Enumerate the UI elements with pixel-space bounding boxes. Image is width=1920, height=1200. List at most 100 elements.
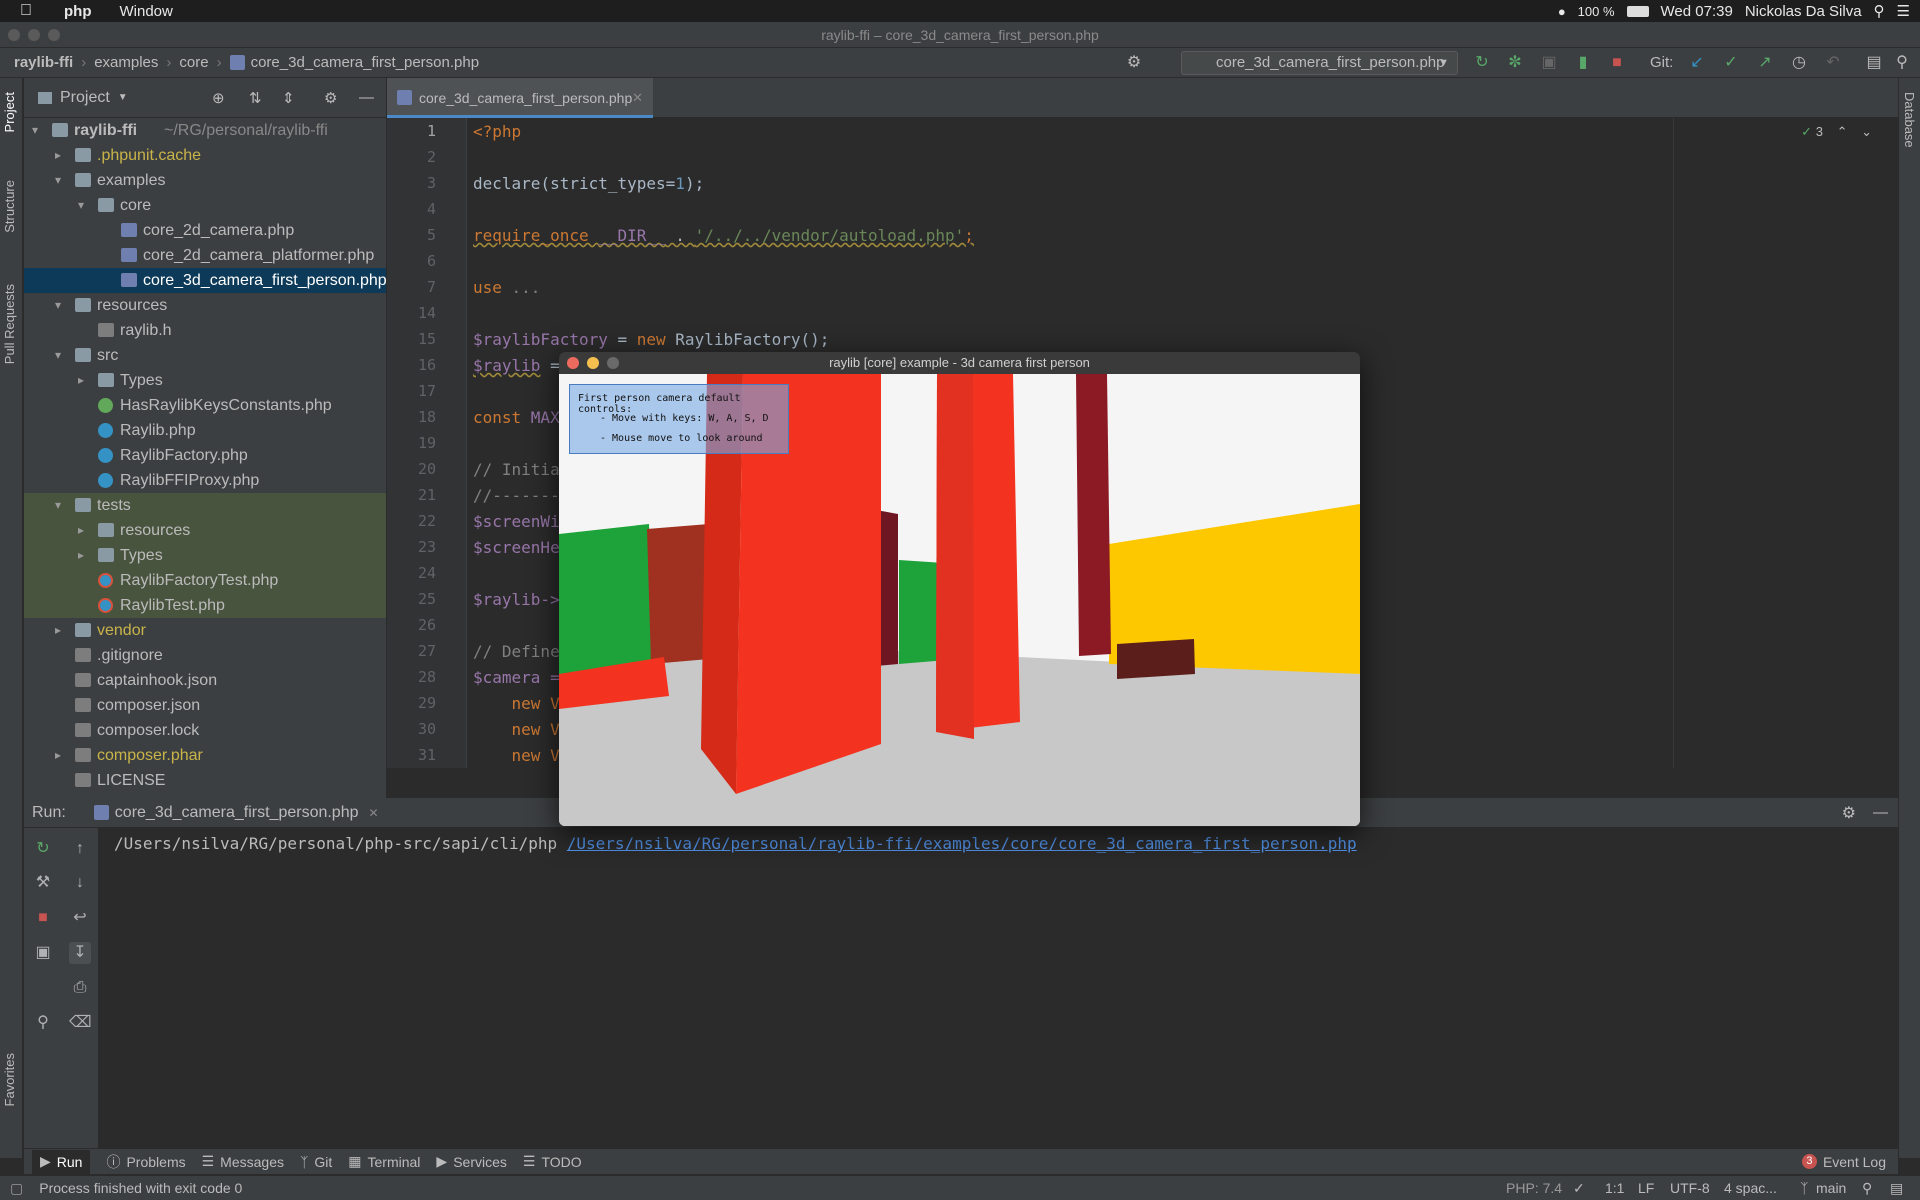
pin-icon[interactable]: ⚲ bbox=[32, 1012, 54, 1034]
control-center-icon[interactable]: ☰ bbox=[1897, 2, 1910, 20]
chevron-right-icon[interactable]: ▸ bbox=[55, 143, 67, 168]
tree-row[interactable]: ▸ vendor bbox=[24, 618, 386, 643]
chevron-down-icon[interactable]: ▾ bbox=[55, 343, 67, 368]
gear-icon[interactable]: ⚙ bbox=[1842, 803, 1856, 823]
tree-row[interactable]: ▾ core bbox=[24, 193, 386, 218]
line-number[interactable]: 17 bbox=[418, 382, 436, 400]
chevron-right-icon[interactable]: ▸ bbox=[78, 368, 90, 393]
inspection-widget[interactable]: ✓ 3 ⌃ ⌄ bbox=[1801, 124, 1872, 140]
line-number[interactable]: 30 bbox=[418, 720, 436, 738]
tree-row[interactable]: ▸ .phpunit.cache bbox=[24, 143, 386, 168]
line-number[interactable]: 23 bbox=[418, 538, 436, 556]
line-number[interactable]: 4 bbox=[427, 200, 436, 218]
scroll-to-end-icon[interactable]: ↧ bbox=[69, 942, 91, 964]
wifi-icon[interactable]: ● bbox=[1558, 4, 1566, 19]
structure-tool-tab[interactable]: Structure bbox=[2, 180, 17, 233]
line-number[interactable]: 26 bbox=[418, 616, 436, 634]
line-number[interactable]: 31 bbox=[418, 746, 436, 764]
tree-row[interactable]: ▾ examples bbox=[24, 168, 386, 193]
layout-icon[interactable]: ▣ bbox=[32, 942, 54, 964]
tree-row[interactable]: composer.lock bbox=[24, 718, 386, 743]
rerun-icon[interactable]: ↻ bbox=[32, 838, 54, 860]
line-number[interactable]: 28 bbox=[418, 668, 436, 686]
favorites-tool-tab[interactable]: Favorites bbox=[2, 1053, 17, 1106]
3d-scene-viewport[interactable]: First person camera default controls: - … bbox=[559, 374, 1360, 826]
close-window-button[interactable] bbox=[567, 357, 579, 369]
chevron-down-icon[interactable]: ▾ bbox=[78, 193, 90, 218]
tree-row[interactable]: composer.json bbox=[24, 693, 386, 718]
line-number[interactable]: 1 bbox=[427, 122, 436, 140]
hide-panel-icon[interactable]: — bbox=[1873, 804, 1888, 821]
breadcrumb-project[interactable]: raylib-ffi bbox=[14, 54, 73, 71]
tree-row[interactable]: ▾ src bbox=[24, 343, 386, 368]
menu-app-name[interactable]: php bbox=[64, 3, 92, 20]
raylib-window-titlebar[interactable]: raylib [core] example - 3d camera first … bbox=[559, 352, 1360, 374]
gear-icon[interactable]: ⚙ bbox=[324, 89, 337, 107]
down-arrow-icon[interactable]: ↓ bbox=[69, 872, 91, 894]
menu-window[interactable]: Window bbox=[120, 3, 173, 20]
hide-panel-icon[interactable]: — bbox=[359, 89, 374, 106]
tree-row[interactable]: core_2d_camera.php bbox=[24, 218, 386, 243]
tree-row[interactable]: core_3d_camera_first_person.php bbox=[24, 268, 386, 293]
lock-icon[interactable]: ⚲ bbox=[1862, 1180, 1872, 1197]
line-number[interactable]: 25 bbox=[418, 590, 436, 608]
minimize-window-button[interactable] bbox=[587, 357, 599, 369]
trash-icon[interactable]: ⌫ bbox=[69, 1012, 92, 1034]
breadcrumb-file[interactable]: core_3d_camera_first_person.php bbox=[251, 54, 479, 71]
tree-row[interactable]: ▸ resources bbox=[24, 518, 386, 543]
tree-row[interactable]: ▾ raylib-ffi ~/RG/personal/raylib-ffi bbox=[24, 118, 386, 143]
line-number[interactable]: 7 bbox=[427, 278, 436, 296]
php-version[interactable]: PHP: 7.4 bbox=[1506, 1180, 1562, 1196]
zoom-window-button[interactable] bbox=[607, 357, 619, 369]
line-number[interactable]: 2 bbox=[427, 148, 436, 166]
soft-wrap-icon[interactable]: ↩ bbox=[69, 907, 91, 929]
line-number[interactable]: 20 bbox=[418, 460, 436, 478]
spotlight-icon[interactable]: ⚲ bbox=[1874, 2, 1885, 20]
up-arrow-icon[interactable]: ↑ bbox=[69, 838, 91, 860]
line-number[interactable]: 18 bbox=[418, 408, 436, 426]
tab-problems[interactable]: ⓘ Problems bbox=[106, 1152, 185, 1172]
profile-icon[interactable]: ▮ bbox=[1574, 54, 1592, 72]
line-number[interactable]: 29 bbox=[418, 694, 436, 712]
git-branch[interactable]: main bbox=[1816, 1180, 1846, 1196]
tree-row[interactable]: ▸ Types bbox=[24, 368, 386, 393]
database-tool-tab[interactable]: Database bbox=[1902, 92, 1917, 148]
wrench-icon[interactable]: ⚒ bbox=[32, 872, 54, 894]
chevron-right-icon[interactable]: ▸ bbox=[55, 743, 67, 768]
tab-run[interactable]: ▶ Run bbox=[32, 1149, 91, 1174]
expand-all-icon[interactable]: ⇅ bbox=[249, 89, 262, 107]
tree-row[interactable]: .gitignore bbox=[24, 643, 386, 668]
stop-icon[interactable]: ■ bbox=[1608, 54, 1626, 72]
line-number[interactable]: 24 bbox=[418, 564, 436, 582]
git-push-icon[interactable]: ↗ bbox=[1756, 54, 1774, 72]
chevron-down-icon[interactable]: ▾ bbox=[55, 168, 67, 193]
run-script-link[interactable]: /Users/nsilva/RG/personal/raylib-ffi/exa… bbox=[567, 834, 1357, 853]
line-number[interactable]: 15 bbox=[418, 330, 436, 348]
tree-row[interactable]: captainhook.json bbox=[24, 668, 386, 693]
line-separator[interactable]: LF bbox=[1638, 1180, 1654, 1196]
project-panel-title[interactable]: Project bbox=[60, 89, 110, 107]
run-configuration-select[interactable]: core_3d_camera_first_person.php ▼ bbox=[1181, 51, 1458, 75]
git-history-icon[interactable]: ◷ bbox=[1790, 54, 1808, 72]
project-tool-tab[interactable]: Project bbox=[2, 92, 17, 132]
tree-row[interactable]: HasRaylibKeysConstants.php bbox=[24, 393, 386, 418]
chevron-down-icon[interactable]: ▾ bbox=[55, 293, 67, 318]
tab-services[interactable]: ▶ Services bbox=[436, 1153, 506, 1170]
print-icon[interactable]: ⎙ bbox=[69, 977, 91, 999]
tree-row[interactable]: Raylib.php bbox=[24, 418, 386, 443]
user-profile-icon[interactable]: ⚙ bbox=[1125, 54, 1143, 72]
collapse-all-icon[interactable]: ⇕ bbox=[282, 89, 295, 107]
caret-position[interactable]: 1:1 bbox=[1605, 1180, 1624, 1196]
debug-icon[interactable]: ✼ bbox=[1506, 54, 1524, 72]
tree-row[interactable]: RaylibTest.php bbox=[24, 593, 386, 618]
line-number[interactable]: 19 bbox=[418, 434, 436, 452]
line-number[interactable]: 21 bbox=[418, 486, 436, 504]
line-number[interactable]: 16 bbox=[418, 356, 436, 374]
chevron-right-icon[interactable]: ▸ bbox=[78, 518, 90, 543]
chevron-down-icon[interactable]: ▾ bbox=[55, 493, 67, 518]
rerun-icon[interactable]: ↻ bbox=[1473, 54, 1491, 72]
close-window-button[interactable] bbox=[8, 29, 20, 41]
close-tab-icon[interactable]: ✕ bbox=[369, 806, 379, 820]
line-number[interactable]: 3 bbox=[427, 174, 436, 192]
panel-toggle-icon[interactable]: ▢ bbox=[10, 1180, 23, 1197]
